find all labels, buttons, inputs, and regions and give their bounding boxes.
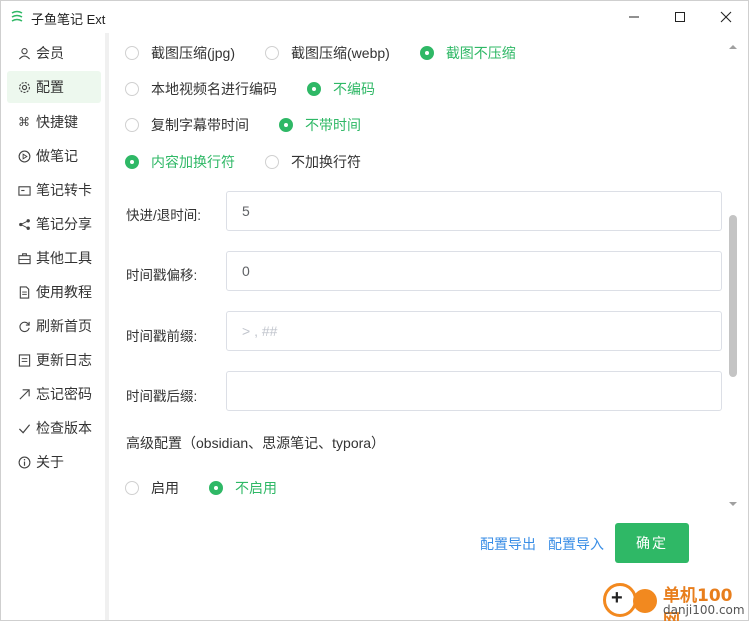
sidebar-item-label: 刷新首页: [36, 318, 92, 334]
seek-time-input[interactable]: [226, 191, 722, 231]
sidebar-item-check-version[interactable]: 检查版本: [7, 412, 101, 444]
export-config-link[interactable]: 配置导出: [480, 534, 536, 554]
scrollbar-thumb[interactable]: [729, 215, 737, 377]
import-config-link[interactable]: 配置导入: [548, 534, 604, 554]
sidebar-item-label: 笔记转卡: [36, 182, 92, 198]
sidebar-item-label: 使用教程: [36, 284, 92, 300]
radio-no-time[interactable]: 不带时间: [279, 115, 361, 135]
title-bar: 子鱼笔记 Ext: [1, 1, 748, 33]
radio-compress-jpg[interactable]: 截图压缩(jpg): [125, 43, 235, 63]
window-title: 子鱼笔记 Ext: [31, 12, 106, 27]
copy-subtitle-time-group: 复制字幕带时间 不带时间: [125, 115, 391, 135]
check-icon: [17, 421, 31, 435]
sidebar-item-refresh-home[interactable]: 刷新首页: [7, 310, 101, 342]
watermark: + 单机100网 danji100.com: [599, 579, 749, 621]
sidebar-item-about[interactable]: 关于: [7, 446, 101, 478]
sidebar-item-label: 快捷键: [36, 114, 78, 130]
radio-compress-webp[interactable]: 截图压缩(webp): [265, 43, 390, 63]
settings-panel: 截图压缩(jpg) 截图压缩(webp) 截图不压缩 本地视频名进行编码 不编码…: [111, 33, 726, 620]
maximize-button[interactable]: [657, 1, 703, 33]
sidebar-item-changelog[interactable]: 更新日志: [7, 344, 101, 376]
timestamp-suffix-label: 时间戳后缀:: [126, 389, 198, 404]
sidebar-item-label: 笔记分享: [36, 216, 92, 232]
scroll-up-arrow-icon[interactable]: [729, 43, 737, 51]
info-icon: [17, 455, 31, 469]
sidebar-item-label: 检查版本: [36, 420, 92, 436]
close-button[interactable]: [703, 1, 749, 33]
refresh-icon: [17, 319, 31, 333]
arrow-up-right-icon: [17, 387, 31, 401]
maximize-icon: [675, 12, 685, 22]
card-icon: [17, 183, 31, 197]
sidebar-item-member[interactable]: 会员: [7, 37, 101, 69]
radio-no-encode[interactable]: 不编码: [307, 79, 375, 99]
scroll-down-arrow-icon[interactable]: [729, 500, 737, 508]
toolbox-icon: [17, 251, 31, 265]
sidebar-item-label: 更新日志: [36, 352, 92, 368]
command-icon: ⌘: [18, 115, 30, 129]
sidebar-item-label: 忘记密码: [36, 386, 92, 402]
sidebar-item-label: 会员: [36, 45, 64, 61]
radio-no-line-break[interactable]: 不加换行符: [265, 152, 361, 172]
radio-no-compress[interactable]: 截图不压缩: [419, 43, 516, 63]
sidebar-item-label: 关于: [36, 454, 64, 470]
sidebar-item-take-notes[interactable]: 做笔记: [7, 140, 101, 172]
radio-add-line-break[interactable]: 内容加换行符: [125, 152, 235, 172]
play-circle-icon: [17, 149, 31, 163]
document-icon: [17, 285, 31, 299]
minimize-button[interactable]: [611, 1, 657, 33]
close-icon: [720, 11, 732, 23]
sidebar-item-settings[interactable]: 配置: [7, 71, 101, 103]
timestamp-prefix-label: 时间戳前缀:: [126, 329, 198, 344]
seek-time-label: 快进/退时间:: [126, 208, 202, 223]
confirm-button[interactable]: 确定: [615, 523, 689, 563]
gear-icon: [17, 80, 31, 94]
sidebar-item-other-tools[interactable]: 其他工具: [7, 242, 101, 274]
app-window: 子鱼笔记 Ext 会员 配置 ⌘ 快捷键 做笔记 笔记转卡 笔记分享 其他工具 …: [0, 0, 749, 621]
video-name-encoding-group: 本地视频名进行编码 不编码: [125, 79, 405, 99]
sidebar-item-note-share[interactable]: 笔记分享: [7, 208, 101, 240]
radio-encode-video-name[interactable]: 本地视频名进行编码: [125, 79, 277, 99]
sidebar-item-shortcuts[interactable]: ⌘ 快捷键: [7, 106, 101, 138]
advanced-config-group: 启用 不启用: [125, 478, 307, 498]
sidebar-item-label: 其他工具: [36, 250, 92, 266]
timestamp-suffix-input[interactable]: [226, 371, 722, 411]
minimize-icon: [629, 16, 639, 18]
watermark-url: danji100.com: [663, 603, 745, 617]
sidebar: 会员 配置 ⌘ 快捷键 做笔记 笔记转卡 笔记分享 其他工具 使用教程 刷新首页…: [1, 33, 107, 620]
radio-copy-with-time[interactable]: 复制字幕带时间: [125, 115, 249, 135]
timestamp-offset-input[interactable]: [226, 251, 722, 291]
radio-enable-advanced[interactable]: 启用: [125, 478, 179, 498]
sidebar-item-label: 配置: [36, 79, 64, 95]
radio-disable-advanced[interactable]: 不启用: [209, 478, 277, 498]
timestamp-offset-label: 时间戳偏移:: [126, 268, 198, 283]
sidebar-item-tutorial[interactable]: 使用教程: [7, 276, 101, 308]
screenshot-compression-group: 截图压缩(jpg) 截图压缩(webp) 截图不压缩: [125, 43, 546, 63]
sidebar-item-note-to-card[interactable]: 笔记转卡: [7, 174, 101, 206]
app-logo-icon: [11, 10, 23, 22]
advanced-config-title: 高级配置（obsidian、思源笔记、typora）: [126, 435, 386, 451]
sidebar-item-label: 做笔记: [36, 148, 78, 164]
user-icon: [17, 46, 31, 60]
sidebar-divider: [105, 33, 109, 620]
timestamp-prefix-input[interactable]: [226, 311, 722, 351]
log-icon: [17, 353, 31, 367]
line-break-group: 内容加换行符 不加换行符: [125, 152, 391, 172]
share-icon: [17, 217, 31, 231]
sidebar-item-forgot-password[interactable]: 忘记密码: [7, 378, 101, 410]
